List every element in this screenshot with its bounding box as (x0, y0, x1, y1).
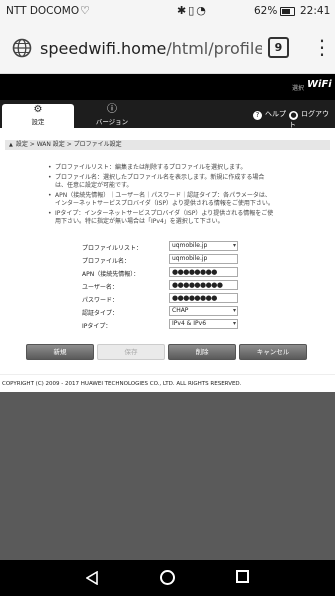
recents-icon[interactable] (236, 570, 249, 583)
overflow-menu-icon[interactable]: ⋮ (312, 37, 332, 57)
apn-label: APN（接続先情報）： (82, 271, 140, 278)
url-host: speedwifi.home (40, 39, 167, 58)
auth-type-label: 認証タイプ： (82, 310, 119, 317)
web-page: 選択 WiFi ⚙ 設定 ⓘ バージョン ? ヘルプ ● ログアウト ▲ 設定 > W… (0, 74, 335, 392)
help-icon: ? (253, 111, 262, 120)
tab-settings-label: 設定 (31, 118, 45, 126)
router-header: 選択 WiFi (0, 74, 335, 100)
copyright-footer: COPYRIGHT (C) 2009 - 2017 HUAWEI TECHNOL… (0, 374, 335, 392)
cancel-button[interactable]: キャンセル (239, 344, 307, 360)
profile-list-row: プロファイルリスト： uqmobile.jp (82, 241, 242, 254)
apn-input[interactable]: ●●●●●●●● (169, 267, 238, 277)
breadcrumb: ▲ 設定 > WAN 設定 > プロファイル設定 (5, 140, 330, 150)
battery-percent: 62% (254, 5, 278, 17)
breadcrumb-text: 設定 > WAN 設定 > プロファイル設定 (15, 141, 122, 148)
system-nav-bar (0, 560, 335, 596)
globe-icon (12, 38, 32, 58)
ip-type-label: IPタイプ： (82, 323, 112, 330)
help-notes: プロファイルリスト：編集または削除するプロファイルを選択します。 プロファイル名… (48, 164, 276, 228)
gear-icon: ⚙ (33, 104, 43, 115)
auth-type-select[interactable]: CHAP (169, 306, 238, 316)
delete-button[interactable]: 削除 (168, 344, 236, 360)
auth-type-row: 認証タイプ： CHAP (82, 306, 242, 319)
browser-toolbar: speedwifi.home/html/profile.htm 9 ⋮ (0, 24, 335, 74)
ip-type-row: IPタイプ： IPv4 & IPv6 (82, 319, 242, 332)
save-button[interactable]: 保存 (97, 344, 165, 360)
password-input[interactable]: ●●●●●●●● (169, 293, 238, 303)
url-field[interactable]: speedwifi.home/html/profile.htm (40, 39, 262, 58)
clock: 22:41 (300, 5, 331, 17)
heart-icon: ♡ (80, 4, 90, 17)
info-icon: ⓘ (107, 104, 117, 115)
password-label: パスワード： (82, 297, 119, 304)
username-row: ユーザー名： ●●●●●●●●● (82, 280, 242, 293)
profile-name-row: プロファイル名： uqmobile.jp (82, 254, 242, 267)
profile-form: プロファイルリスト： uqmobile.jp プロファイル名： uqmobile… (82, 241, 242, 332)
action-buttons: 新規 保存 削除 キャンセル (0, 344, 335, 360)
password-row: パスワード： ●●●●●●●● (82, 293, 242, 306)
tab-settings[interactable]: ⚙ 設定 (2, 104, 74, 128)
home-icon[interactable] (160, 570, 175, 585)
screen: NTT DOCOMO ♡ ✱▯◔ 62% 22:41 speedwifi.hom… (0, 0, 335, 596)
carrier-label: NTT DOCOMO (6, 5, 80, 17)
username-label: ユーザー名： (82, 284, 118, 291)
status-icons: ✱▯◔ (177, 4, 208, 17)
tab-version[interactable]: ⓘ バージョン (76, 104, 148, 128)
back-icon[interactable] (86, 571, 98, 585)
brand-logo: WiFi (307, 79, 332, 90)
note-item: APN（接続先情報）｜ユーザー名｜パスワード｜認証タイプ：各パラメータは、インタ… (48, 192, 276, 208)
profile-name-input[interactable]: uqmobile.jp (169, 254, 238, 264)
new-button[interactable]: 新規 (26, 344, 94, 360)
tab-switcher-button[interactable]: 9 (268, 37, 289, 58)
note-item: プロファイルリスト：編集または削除するプロファイルを選択します。 (48, 164, 276, 172)
help-link[interactable]: ? ヘルプ (253, 109, 286, 120)
collapse-triangle-icon: ▲ (9, 142, 13, 148)
help-label: ヘルプ (265, 110, 286, 118)
profile-name-label: プロファイル名： (82, 258, 131, 265)
apn-row: APN（接続先情報）： ●●●●●●●● (82, 267, 242, 280)
battery-icon (280, 7, 295, 16)
status-bar: NTT DOCOMO ♡ ✱▯◔ 62% 22:41 (0, 0, 335, 24)
language-selector[interactable]: 選択 (292, 83, 304, 92)
user-icon: ● (289, 111, 298, 120)
ip-type-select[interactable]: IPv4 & IPv6 (169, 319, 238, 329)
note-item: プロファイル名：選択したプロファイル名を表示します。新規に作成する場合は、任意に… (48, 174, 276, 190)
tab-version-label: バージョン (95, 118, 129, 126)
profile-list-label: プロファイルリスト： (82, 245, 143, 252)
note-item: IPタイプ：インターネットサービスプロバイダ（ISP）より提供される情報をご使用… (48, 210, 276, 226)
url-path: /html/profile.htm (166, 39, 262, 58)
logout-link[interactable]: ● ログアウト (289, 109, 335, 130)
username-input[interactable]: ●●●●●●●●● (169, 280, 238, 290)
router-nav: ⚙ 設定 ⓘ バージョン ? ヘルプ ● ログアウト (0, 100, 335, 130)
profile-list-select[interactable]: uqmobile.jp (169, 241, 238, 251)
